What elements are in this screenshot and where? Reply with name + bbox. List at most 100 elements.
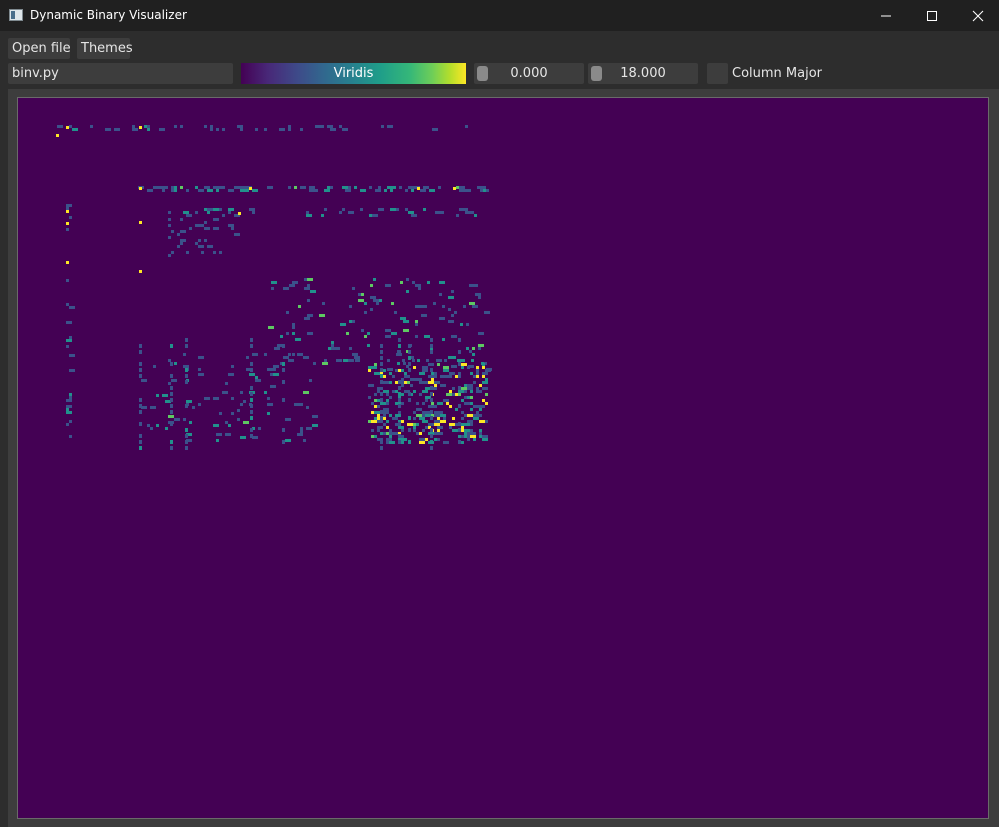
- byte-heatmap[interactable]: [17, 97, 989, 819]
- heatmap-cell: [422, 390, 425, 393]
- heatmap-cell: [153, 186, 159, 189]
- heatmap-cell: [467, 435, 470, 438]
- heatmap-cell: [270, 385, 276, 388]
- heatmap-cell: [470, 432, 476, 435]
- heatmap-cell: [180, 242, 183, 245]
- heatmap-cell: [383, 390, 389, 393]
- min-value-slider[interactable]: 0.000: [474, 63, 584, 84]
- heatmap-cell: [368, 366, 374, 369]
- heatmap-cell: [283, 356, 289, 359]
- heatmap-cell: [462, 208, 468, 211]
- heatmap-cell: [419, 417, 425, 420]
- heatmap-cell: [340, 323, 346, 326]
- heatmap-cell: [392, 375, 395, 378]
- heatmap-cell: [380, 392, 383, 396]
- maximize-button[interactable]: [909, 0, 955, 31]
- heatmap-cell: [240, 391, 243, 394]
- heatmap-cell: [390, 208, 396, 211]
- heatmap-cell: [327, 186, 330, 189]
- heatmap-cell: [345, 189, 351, 192]
- heatmap-cell: [453, 187, 456, 190]
- column-major-checkbox[interactable]: [707, 63, 728, 84]
- heatmap-cell: [403, 320, 409, 323]
- heatmap-cell: [207, 245, 213, 248]
- heatmap-cell: [69, 354, 75, 357]
- heatmap-cell: [371, 402, 374, 405]
- heatmap-cell: [465, 211, 471, 214]
- heatmap-cell: [434, 372, 437, 375]
- heatmap-cell: [331, 347, 334, 350]
- heatmap-cell: [198, 356, 204, 359]
- maximize-icon: [927, 10, 937, 21]
- heatmap-cell: [419, 432, 422, 435]
- heatmap-cell: [377, 426, 383, 429]
- heatmap-cell: [446, 402, 449, 405]
- heatmap-cell: [303, 391, 309, 394]
- heatmap-cell: [267, 403, 273, 406]
- heatmap-cell: [315, 125, 321, 128]
- heatmap-cell: [198, 245, 201, 248]
- heatmap-cell: [371, 429, 374, 432]
- heatmap-cell: [250, 392, 253, 396]
- heatmap-cell: [428, 381, 434, 384]
- heatmap-cell: [162, 189, 165, 192]
- heatmap-cell: [398, 338, 401, 342]
- heatmap-cell: [185, 368, 188, 372]
- heatmap-cell: [385, 329, 391, 332]
- heatmap-cell: [66, 399, 69, 402]
- heatmap-cell: [470, 423, 473, 426]
- heatmap-cell: [189, 421, 192, 424]
- heatmap-cell: [443, 399, 449, 402]
- heatmap-cell: [403, 329, 409, 332]
- heatmap-cell: [150, 406, 153, 409]
- heatmap-cell: [373, 299, 379, 302]
- heatmap-cell: [380, 410, 383, 414]
- heatmap-cell: [307, 314, 313, 317]
- heatmap-cell: [252, 189, 258, 192]
- heatmap-cell: [465, 125, 468, 128]
- heatmap-cell: [404, 375, 410, 378]
- heatmap-cell: [408, 428, 411, 432]
- max-value-slider[interactable]: 18.000: [588, 63, 698, 84]
- heatmap-cell: [289, 284, 295, 287]
- heatmap-cell: [66, 423, 69, 426]
- max-value-text: 18.000: [620, 66, 666, 81]
- heatmap-cell: [69, 336, 72, 339]
- heatmap-cell: [374, 411, 380, 414]
- heatmap-cell: [430, 350, 433, 354]
- heatmap-cell: [401, 369, 404, 372]
- heatmap-cell: [398, 386, 401, 390]
- heatmap-cell: [132, 128, 138, 131]
- open-file-button[interactable]: Open file: [8, 38, 71, 59]
- heatmap-cell: [452, 393, 455, 396]
- title-bar[interactable]: Dynamic Binary Visualizer: [0, 0, 999, 31]
- heatmap-cell: [415, 323, 418, 326]
- heatmap-cell: [352, 287, 355, 290]
- close-button[interactable]: [955, 0, 999, 31]
- heatmap-cell: [213, 251, 216, 254]
- heatmap-cell: [469, 284, 475, 287]
- heatmap-cell: [402, 359, 405, 362]
- heatmap-cell: [153, 365, 156, 368]
- colormap-selector[interactable]: Viridis: [241, 63, 466, 84]
- heatmap-cell: [371, 435, 374, 438]
- file-path-field[interactable]: binv.py: [8, 63, 233, 84]
- heatmap-cell: [139, 368, 142, 372]
- minimize-button[interactable]: [863, 0, 909, 31]
- heatmap-cell: [473, 438, 476, 441]
- themes-button[interactable]: Themes: [77, 38, 133, 59]
- heatmap-cell: [294, 186, 297, 189]
- heatmap-cell: [467, 396, 470, 399]
- heatmap-cell: [380, 368, 383, 372]
- heatmap-cell: [219, 412, 222, 415]
- heatmap-cell: [415, 335, 418, 338]
- heatmap-cell: [411, 186, 417, 189]
- heatmap-cell: [159, 128, 165, 131]
- heatmap-cell: [398, 344, 401, 348]
- heatmap-cell: [349, 305, 352, 308]
- heatmap-cell: [458, 404, 461, 408]
- heatmap-cell: [482, 435, 488, 438]
- heatmap-cell: [407, 423, 410, 426]
- heatmap-cell: [222, 214, 225, 217]
- heatmap-cell: [472, 347, 475, 350]
